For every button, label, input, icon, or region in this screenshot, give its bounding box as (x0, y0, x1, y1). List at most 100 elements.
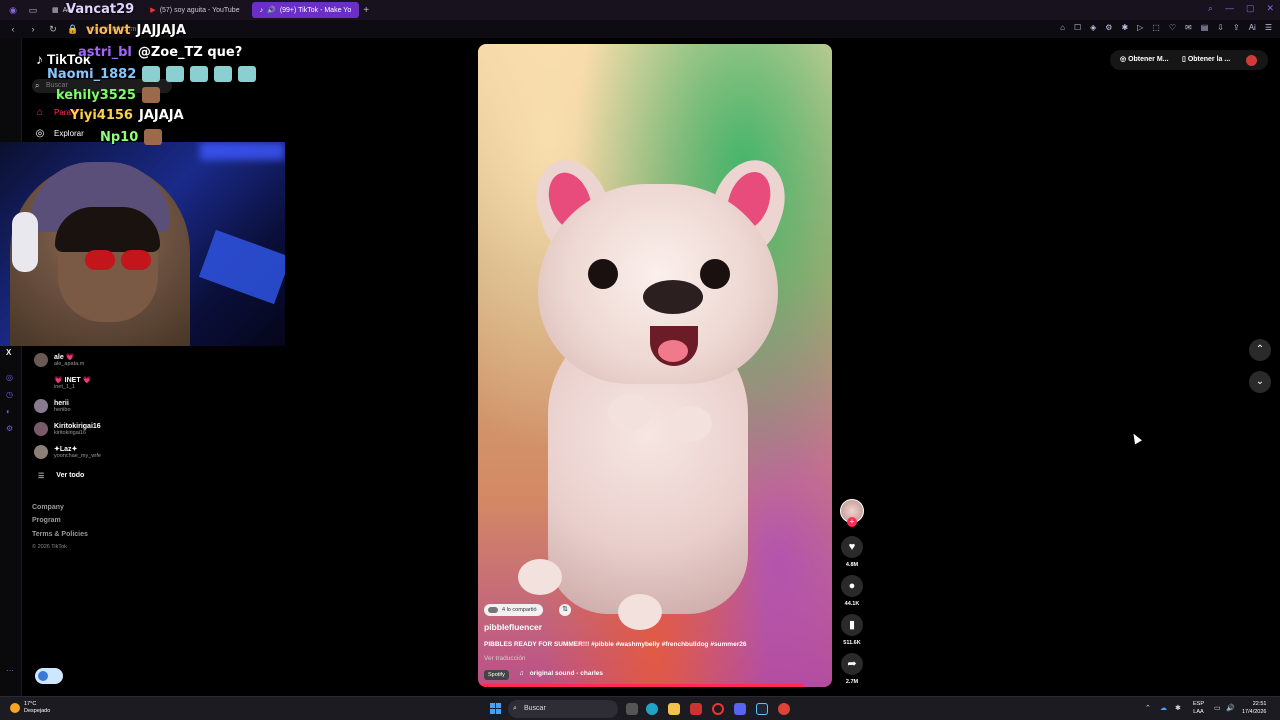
ai-icon[interactable]: Ai (1249, 23, 1256, 32)
chat-message: kehily3525 (56, 87, 160, 103)
forward-icon[interactable]: › (26, 24, 40, 34)
discord-icon[interactable] (734, 703, 746, 715)
footer-terms-link[interactable]: Terms & Policies (32, 531, 88, 538)
network-icon[interactable]: ▭ (1214, 704, 1221, 712)
previous-video-button[interactable]: ⌃ (1249, 339, 1271, 361)
translate-link[interactable]: Ver traducción (484, 655, 526, 662)
headphone-icon (12, 212, 38, 272)
menu-icon[interactable]: ☰ (1265, 23, 1272, 32)
tiktok-app-icon: ◎ (1120, 56, 1127, 63)
chevron-down-icon: ⌄ (1255, 376, 1265, 387)
share-count: 2.7M (845, 679, 859, 685)
chat-message: astri_bl @Zoe_TZ que? (78, 45, 242, 60)
following-item[interactable]: ale 💗 ale_apata.m (34, 353, 184, 367)
settings-icon[interactable]: ⚙ (1105, 23, 1112, 32)
history-icon[interactable]: ◎ (6, 373, 13, 382)
sidebar-toggle-icon[interactable]: ▭ (26, 5, 40, 16)
shared-by-pill[interactable]: 4 lo compartió (484, 604, 543, 616)
dog-eye (588, 259, 618, 289)
video-player[interactable] (478, 44, 832, 687)
clock[interactable]: 22:51 17/4/2026 (1242, 700, 1266, 716)
messenger-icon[interactable]: ◐ (6, 407, 11, 416)
browser-menu-icon[interactable]: ◉ (6, 5, 20, 16)
task-view-icon[interactable] (626, 703, 638, 715)
footer-program-link[interactable]: Program (32, 517, 61, 524)
clock-icon[interactable]: ◷ (6, 390, 13, 399)
weather-icon (10, 703, 20, 713)
tab-youtube[interactable]: ▶ (57) soy aguita - YouTube (142, 2, 247, 18)
dog-paw (518, 559, 562, 595)
get-app-mobile-button[interactable]: ▯ Obtener la ... (1174, 50, 1238, 70)
get-app-button[interactable]: ◎ Obtener M... (1112, 50, 1177, 70)
search-icon[interactable]: ⌕ (1208, 3, 1213, 14)
chrome-icon[interactable] (778, 703, 790, 715)
edge-icon[interactable] (646, 703, 658, 715)
save-button[interactable]: ▮ (841, 614, 863, 636)
list-icon: ☰ (38, 473, 45, 480)
new-tab-button[interactable]: + (363, 5, 369, 16)
taskbar-search[interactable]: ⌕ Buscar (508, 700, 618, 718)
more-icon[interactable]: ⋯ (6, 666, 14, 675)
file-explorer-icon[interactable] (668, 703, 680, 715)
pin-icon[interactable]: ☐ (1074, 23, 1081, 32)
profile-avatar[interactable] (1246, 55, 1257, 66)
dog-paw (668, 406, 712, 442)
onedrive-icon[interactable]: ☁ (1160, 704, 1167, 712)
dog-nose (643, 280, 703, 314)
language-indicator[interactable]: ESP LAA (1193, 700, 1204, 716)
bookmark-save-icon: ▮ (848, 619, 856, 631)
chat-icon[interactable]: ✉ (1185, 23, 1192, 32)
screenshot-icon[interactable]: ⬚ (1152, 23, 1160, 32)
tray-chevron-icon[interactable]: ⌃ (1145, 704, 1151, 712)
settings-rail-icon[interactable]: ⚙ (6, 424, 13, 433)
share-button[interactable]: ➦ (841, 653, 863, 675)
back-icon[interactable]: ‹ (6, 24, 20, 34)
following-item[interactable]: ✦Laz✦ yoonchae_my_wife (34, 445, 184, 459)
emote-icon (166, 66, 185, 82)
x-icon[interactable]: X (6, 348, 11, 357)
bookmark-icon[interactable]: ⌂ (1060, 23, 1065, 32)
see-all-link[interactable]: ☰ Ver todo (38, 472, 84, 480)
reload-icon[interactable]: ↻ (46, 24, 60, 35)
sound-link[interactable]: ♫ original sound - charles (519, 670, 603, 677)
chat-username: astri_bl (78, 45, 132, 60)
following-item[interactable]: herii heriibo (34, 399, 184, 413)
avatar (34, 422, 48, 436)
close-button[interactable]: ✕ (1266, 3, 1274, 14)
heart-icon[interactable]: ♡ (1169, 23, 1176, 32)
volume-icon[interactable]: 🔊 (1226, 704, 1235, 712)
tab-tiktok[interactable]: ♪ 🔊 (99+) TikTok - Make Yo (251, 2, 360, 18)
weather-widget[interactable]: 17°C Despejado (10, 701, 50, 715)
like-button[interactable]: ♥ (841, 536, 863, 558)
shield-icon[interactable]: ◈ (1090, 23, 1096, 32)
windows-start-icon[interactable] (490, 703, 501, 714)
following-item[interactable]: 💗 INET 💗 inet_1_1 (34, 376, 184, 390)
follow-plus-icon[interactable]: + (847, 517, 857, 527)
following-item[interactable]: Kiritokirigai16 kiritokirigai16 (34, 422, 184, 436)
download-icon[interactable]: ⇩ (1217, 23, 1224, 32)
calendar-app-icon[interactable] (690, 703, 702, 715)
youtube-icon: ▶ (150, 7, 156, 14)
share-arrow-icon: ➦ (847, 658, 857, 670)
wallet-icon[interactable]: ▤ (1201, 23, 1209, 32)
share-icon[interactable]: ⇪ (1233, 23, 1240, 32)
download-widget[interactable] (35, 668, 63, 684)
footer-company-link[interactable]: Company (32, 504, 64, 511)
steam-icon[interactable] (756, 703, 768, 715)
comment-button[interactable]: ● (841, 575, 863, 597)
video-author[interactable]: pibblefluencer (484, 622, 542, 632)
chat-text: JAJAJA (138, 108, 184, 123)
translate-icon[interactable]: ✱ (1121, 23, 1128, 32)
repost-icon[interactable]: ⇅ (559, 604, 571, 616)
play-icon[interactable]: ▷ (1137, 23, 1143, 32)
bluetooth-icon[interactable]: ✱ (1175, 704, 1181, 712)
maximize-button[interactable]: ▢ (1246, 3, 1255, 14)
video-progress-bar[interactable] (478, 684, 804, 687)
app-icon (38, 671, 48, 681)
minimize-button[interactable]: — (1225, 3, 1234, 14)
spotify-badge[interactable]: Spotify (484, 670, 509, 680)
opera-icon[interactable] (712, 703, 724, 715)
streamer-hair (55, 207, 160, 252)
next-video-button[interactable]: ⌄ (1249, 371, 1271, 393)
nav-explorar[interactable]: ◎ Explorar (34, 128, 84, 139)
